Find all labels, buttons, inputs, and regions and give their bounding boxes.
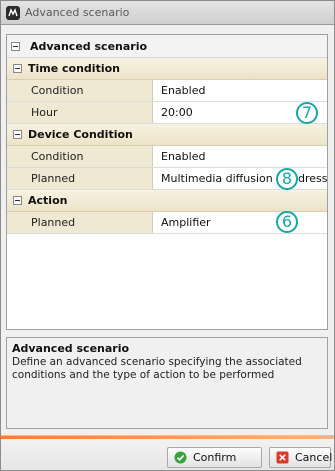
- section-device-condition[interactable]: Device Condition: [7, 124, 327, 146]
- callout-marker: 6: [276, 211, 298, 233]
- cancel-label: Cancel: [295, 451, 333, 464]
- property-row-device-condition[interactable]: Condition Enabled: [7, 146, 327, 168]
- close-icon: [276, 451, 289, 464]
- collapse-icon[interactable]: [13, 130, 22, 139]
- property-grid: Advanced scenario Time condition Conditi…: [6, 34, 328, 330]
- description-title: Advanced scenario: [12, 342, 130, 355]
- root-label: Advanced scenario: [30, 39, 148, 53]
- tree-root[interactable]: Advanced scenario: [7, 35, 327, 58]
- section-label: Device Condition: [28, 128, 133, 141]
- description-panel: Advanced scenario Define an advanced sce…: [6, 337, 328, 429]
- callout-marker: 7: [296, 102, 318, 124]
- title-bar[interactable]: Advanced scenario: [1, 1, 334, 25]
- callout-marker: 8: [276, 168, 298, 190]
- property-value[interactable]: Enabled: [153, 80, 327, 101]
- property-value[interactable]: Enabled: [153, 146, 327, 167]
- window-title: Advanced scenario: [25, 6, 130, 19]
- property-label: Condition: [7, 146, 153, 167]
- footer-accent: [1, 436, 334, 439]
- section-label: Time condition: [28, 62, 120, 75]
- cancel-button[interactable]: Cancel: [269, 447, 333, 468]
- confirm-label: Confirm: [193, 451, 237, 464]
- section-label: Action: [28, 194, 68, 207]
- property-label: Planned: [7, 168, 153, 189]
- property-value[interactable]: Multimedia diffusion - Address: [153, 168, 327, 189]
- collapse-icon[interactable]: [11, 41, 20, 51]
- property-row-time-condition[interactable]: Condition Enabled: [7, 80, 327, 102]
- property-value[interactable]: Amplifier: [153, 212, 327, 233]
- advanced-scenario-window: Advanced scenario Advanced scenario Time…: [0, 0, 335, 471]
- section-time-condition[interactable]: Time condition: [7, 58, 327, 80]
- check-icon: [174, 451, 187, 464]
- section-action[interactable]: Action: [7, 190, 327, 212]
- property-row-hour[interactable]: Hour 20:00: [7, 102, 327, 124]
- footer-bar: Confirm Cancel: [1, 435, 334, 470]
- collapse-icon[interactable]: [13, 64, 22, 73]
- description-text: Define an advanced scenario specifying t…: [12, 356, 302, 381]
- property-label: Planned: [7, 212, 153, 233]
- confirm-button[interactable]: Confirm: [167, 447, 262, 468]
- property-label: Hour: [7, 102, 153, 123]
- app-icon: [6, 5, 20, 20]
- collapse-icon[interactable]: [13, 196, 22, 205]
- property-label: Condition: [7, 80, 153, 101]
